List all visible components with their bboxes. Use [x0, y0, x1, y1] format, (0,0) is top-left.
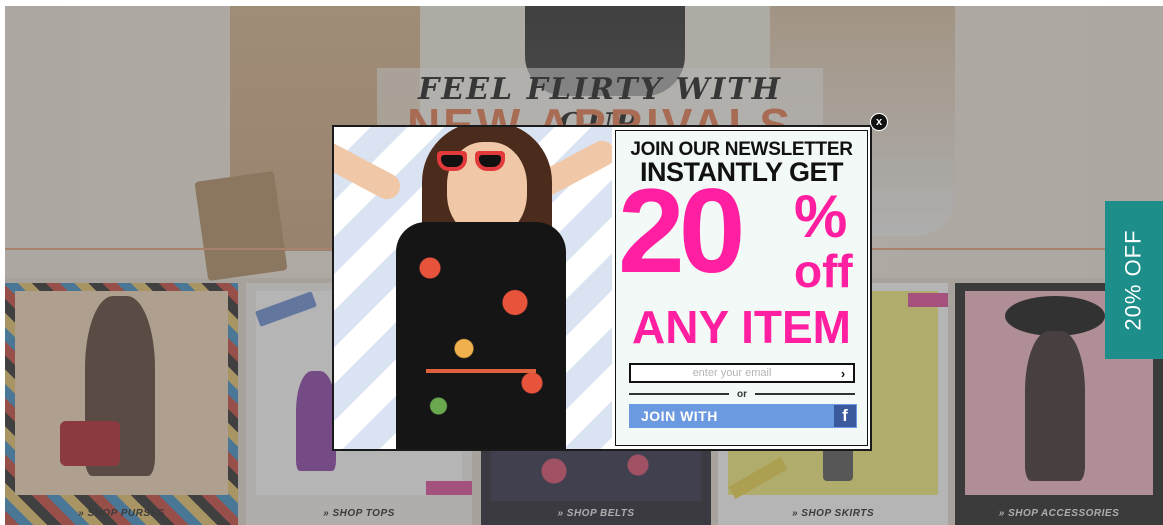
join-with-label: JOIN WITH [641, 408, 718, 424]
model-arm-left [334, 136, 405, 204]
email-submit-arrow-icon[interactable]: › [833, 366, 853, 381]
email-field-wrapper: › [629, 363, 855, 383]
or-divider: or [629, 387, 855, 401]
side-tab-label: 20% OFF [1121, 229, 1147, 331]
discount-side-tab[interactable]: 20% OFF [1105, 201, 1163, 359]
discount-number: 20 [618, 164, 746, 298]
floral-dress [396, 222, 566, 449]
newsletter-popup: JOIN OUR NEWSLETTER INSTANTLY GET 20 % o… [332, 125, 872, 451]
divider-line-right [755, 393, 855, 395]
popup-close-button[interactable]: x [870, 113, 888, 131]
any-item-text: ANY ITEM [632, 301, 851, 353]
percent-sign: % [794, 183, 848, 250]
sunglasses-icon [437, 151, 509, 171]
popup-offer-panel: JOIN OUR NEWSLETTER INSTANTLY GET 20 % o… [615, 130, 868, 446]
join-with-facebook-button[interactable]: JOIN WITH f [629, 404, 857, 428]
or-text: or [737, 388, 747, 400]
email-input[interactable] [631, 364, 833, 382]
dress-belt [426, 369, 536, 373]
divider-line-left [629, 393, 729, 395]
facebook-icon: f [834, 405, 856, 427]
off-text: off [794, 245, 853, 297]
popup-model-image [334, 127, 612, 449]
